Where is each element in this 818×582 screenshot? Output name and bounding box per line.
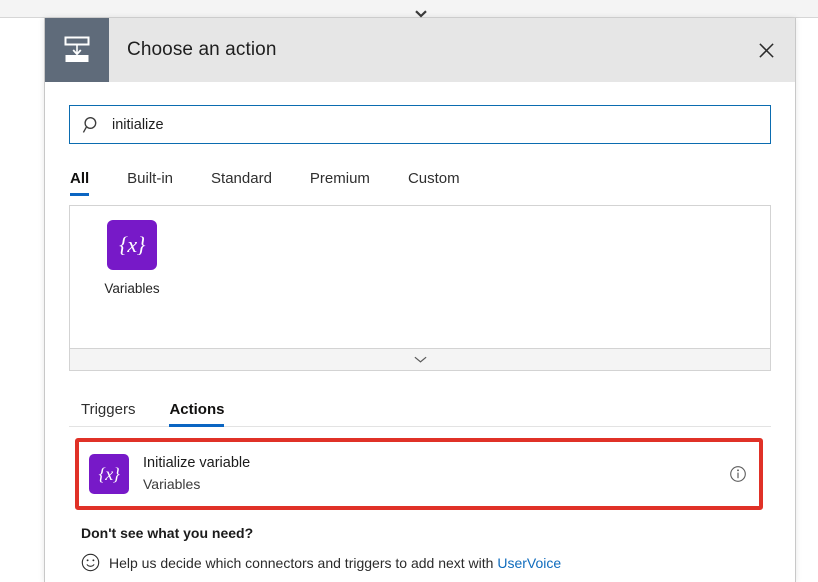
result-subtitle: Variables xyxy=(143,476,201,492)
connector-tile-variables[interactable]: {x} Variables xyxy=(86,220,178,296)
insert-action-icon xyxy=(45,18,109,82)
uservoice-link[interactable]: UserVoice xyxy=(497,555,561,571)
dialog-body: All Built-in Standard Premium Custom {x}… xyxy=(45,105,795,572)
result-type-tabs: Triggers Actions xyxy=(69,392,771,427)
footer: Don't see what you need? Help us decide … xyxy=(69,525,771,572)
choose-an-action-dialog: Choose an action All Built-in xyxy=(44,18,796,582)
list-item-initialize-variable[interactable]: {x} Initialize variable Variables xyxy=(79,442,759,506)
footer-heading: Don't see what you need? xyxy=(81,525,254,541)
footer-line: Help us decide which connectors and trig… xyxy=(81,553,771,572)
search-box[interactable] xyxy=(69,105,771,144)
info-icon[interactable] xyxy=(729,465,747,483)
result-highlight-box: {x} Initialize variable Variables xyxy=(75,438,763,510)
tab-actions[interactable]: Actions xyxy=(169,401,225,427)
result-texts: Initialize variable Variables xyxy=(143,454,729,494)
tab-custom[interactable]: Custom xyxy=(408,170,460,196)
search-row xyxy=(69,105,771,144)
connectors-panel: {x} Variables xyxy=(69,205,771,349)
chevron-down-icon xyxy=(413,356,427,363)
footer-text-before-link: Help us decide which connectors and trig… xyxy=(109,554,498,571)
variables-logo: {x} xyxy=(89,454,129,494)
collapse-connectors-bar[interactable] xyxy=(69,349,771,371)
smiley-icon xyxy=(81,553,100,572)
category-tabs: All Built-in Standard Premium Custom xyxy=(69,160,771,196)
tab-premium[interactable]: Premium xyxy=(310,170,370,196)
search-input[interactable] xyxy=(112,116,758,133)
dialog-header: Choose an action xyxy=(45,18,795,82)
variables-logo: {x} xyxy=(107,220,157,270)
search-icon xyxy=(82,115,102,135)
designer-top-strip xyxy=(0,0,818,18)
result-title: Initialize variable xyxy=(143,455,251,471)
connector-label: Variables xyxy=(104,281,160,296)
page-title: Choose an action xyxy=(127,39,277,60)
footer-text: Help us decide which connectors and trig… xyxy=(109,555,561,571)
tab-built-in[interactable]: Built-in xyxy=(127,170,173,196)
tab-triggers[interactable]: Triggers xyxy=(81,401,135,426)
tab-standard[interactable]: Standard xyxy=(211,170,272,196)
close-icon[interactable] xyxy=(743,18,789,82)
tab-all[interactable]: All xyxy=(70,170,90,196)
